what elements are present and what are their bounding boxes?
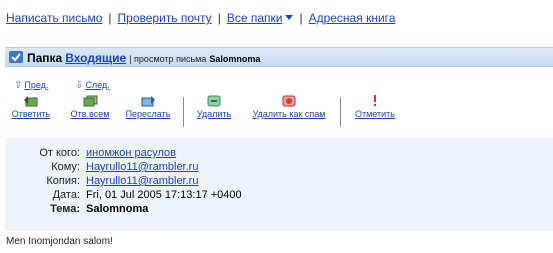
reply-all-label[interactable]: Отв.всем <box>71 109 110 119</box>
reply-all-button[interactable]: Отв.всем <box>66 94 114 119</box>
folder-icon <box>9 51 23 63</box>
next-arrow-icon[interactable]: ⇩ <box>75 80 83 91</box>
next-link[interactable]: След. <box>85 80 109 90</box>
next-message[interactable]: ⇩ След. <box>75 80 122 91</box>
top-navigation: Написать письмо | Проверить почту | Все папк… <box>6 11 395 25</box>
prev-message[interactable]: ⇧ Пред. <box>14 80 60 91</box>
prev-arrow-icon[interactable]: ⇧ <box>14 80 22 91</box>
all-folders-link[interactable]: Все папки <box>227 11 283 25</box>
folder-label: Папка <box>27 51 63 65</box>
message-pager: ⇧ Пред. ⇩ След. <box>14 80 134 91</box>
mark-button[interactable]: Отметить <box>350 94 400 119</box>
nav-separator: | <box>217 11 221 25</box>
compose-link[interactable]: Написать письмо <box>6 11 102 25</box>
subject-label: Тема: <box>50 203 80 215</box>
message-headers: От кого: иномжон расулов Кому: Hayrullo1… <box>5 138 553 231</box>
flag-icon[interactable] <box>367 94 383 107</box>
delete-label[interactable]: Удалить <box>197 109 231 119</box>
from-label: От кого: <box>39 147 80 159</box>
forward-icon[interactable] <box>140 94 156 107</box>
delete-icon[interactable] <box>206 94 222 107</box>
subject-value: Salomnoma <box>86 203 149 215</box>
check-mail-link[interactable]: Проверить почту <box>118 11 212 25</box>
cc-label: Копия: <box>46 175 80 187</box>
date-value: Fri, 01 Jul 2005 17:13:17 +0400 <box>86 189 242 201</box>
view-mode-text: | просмотр письма <box>129 54 207 64</box>
reply-all-icon[interactable] <box>82 94 98 107</box>
date-label: Дата: <box>52 189 80 201</box>
message-body: Men Inomjondan salom! <box>6 236 113 247</box>
delete-button[interactable]: Удалить <box>192 94 236 119</box>
forward-button[interactable]: Переслать <box>123 94 173 119</box>
nav-separator: | <box>108 11 112 25</box>
to-label: Кому: <box>51 161 80 173</box>
forward-label[interactable]: Переслать <box>126 109 171 119</box>
nav-separator: | <box>299 11 303 25</box>
delete-as-spam-button[interactable]: Удалить как спам <box>245 94 333 119</box>
from-sender-link[interactable]: иномжон расулов <box>86 147 176 159</box>
mark-label[interactable]: Отметить <box>355 109 395 119</box>
reply-icon[interactable] <box>23 94 39 107</box>
spam-icon[interactable] <box>281 94 297 107</box>
cc-address-link[interactable]: Hayrullo11@rambler.ru <box>86 175 198 187</box>
address-book-link[interactable]: Адресная книга <box>309 11 396 25</box>
prev-link[interactable]: Пред. <box>24 80 48 90</box>
delete-spam-label[interactable]: Удалить как спам <box>252 109 325 119</box>
to-address-link[interactable]: Hayrullo11@rambler.ru <box>86 161 198 173</box>
folder-bar-subject: Salomnoma <box>209 54 261 64</box>
folder-bar: Папка Входящие | просмотр письма Salomno… <box>5 47 553 67</box>
reply-label[interactable]: Ответить <box>12 109 50 119</box>
toolbar-divider <box>340 97 341 127</box>
toolbar-divider <box>183 97 184 127</box>
message-toolbar: Ответить Отв.всем Переслать Удалить Удал… <box>0 94 553 132</box>
folder-title: Папка Входящие | просмотр письма Salomno… <box>27 51 260 65</box>
reply-button[interactable]: Ответить <box>6 94 56 119</box>
inbox-folder-link[interactable]: Входящие <box>65 51 126 65</box>
